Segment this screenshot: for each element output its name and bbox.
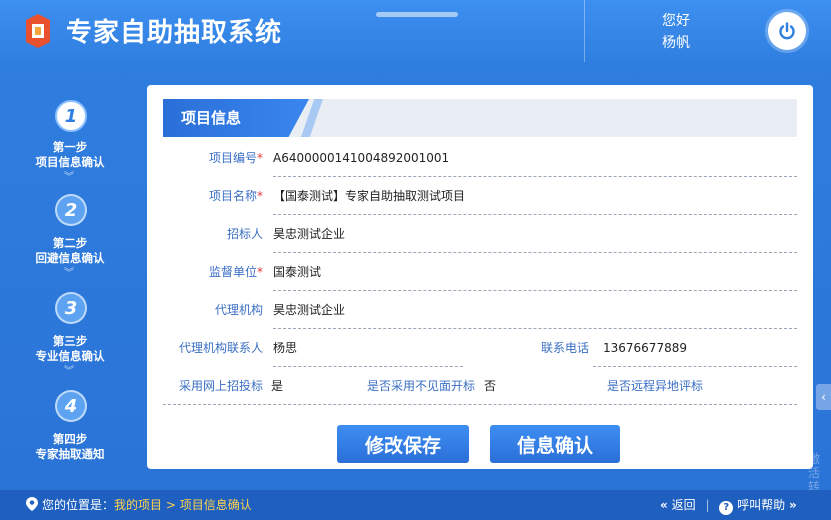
breadcrumb-current: 项目信息确认 [179, 498, 252, 512]
row-project-no: 项目编号* A640000014100489200100​1 [163, 139, 797, 177]
back-label: 返回 [671, 498, 696, 512]
location-prefix: 您的位置是： [42, 498, 115, 512]
row-agency: 代理机构 昊忠测试企业 [163, 291, 797, 329]
phone-value: 13676677889 [603, 341, 687, 355]
row-agency-contact: 代理机构联系人 杨思 联系电话 13676677889 [163, 329, 797, 367]
tenderer-label: 招标人 [226, 227, 263, 241]
no-meet-value: 否 [484, 379, 497, 393]
help-label: 呼叫帮助 [737, 498, 786, 512]
agency-value: 昊忠测试企业 [273, 303, 346, 317]
step-2-label: 第二步 回避信息确认 [0, 236, 140, 266]
step-4-line2: 专家抽取通知 [35, 447, 105, 461]
back-link[interactable]: « 返回 [660, 498, 696, 512]
user-greeting: 您好 杨帆 [662, 10, 690, 54]
step-1-line1: 第一步 [52, 140, 88, 154]
greeting-text: 您好 [662, 13, 690, 29]
step-1-number: 1 [55, 100, 87, 132]
panel-title: 项目信息 [163, 99, 309, 137]
project-name-label: 项目名称* [208, 189, 263, 203]
project-info-panel: 项目信息 项目编号* A640000014100489200100​1 项目名称… [147, 85, 813, 469]
breadcrumb-separator: > [162, 498, 180, 512]
phone-label: 联系电话 [540, 341, 589, 355]
power-icon [779, 22, 795, 40]
row-divider [163, 404, 797, 405]
step-2-number: 2 [55, 194, 87, 226]
row-project-name: 项目名称* 【国泰测试】专家自助抽取测试项目 [163, 177, 797, 215]
agency-contact-value: 杨思 [273, 341, 298, 355]
logout-button[interactable] [768, 12, 806, 50]
breadcrumb-home-link[interactable]: 我的项目 [114, 498, 162, 512]
logo-icon [26, 14, 50, 48]
tenderer-value: 昊忠测试企业 [273, 227, 346, 241]
step-3-label: 第三步 专业信息确认 [0, 334, 140, 364]
breadcrumb: 您的位置是：我的项目 > 项目信息确认 [26, 490, 252, 520]
panel-header: 项目信息 [163, 99, 797, 137]
agency-contact-label: 代理机构联系人 [178, 341, 263, 355]
help-icon: ? [719, 501, 734, 515]
supervisor-value: 国泰测试 [273, 265, 322, 279]
user-name: 杨帆 [662, 35, 690, 51]
online-label: 采用网上招投标 [178, 379, 263, 393]
agency-label: 代理机构 [214, 303, 263, 317]
step-4-number: 4 [55, 390, 87, 422]
step-2-line1: 第二步 [52, 236, 88, 250]
row-tenderer: 招标人 昊忠测试企业 [163, 215, 797, 253]
step-3-number: 3 [55, 292, 87, 324]
no-meet-label: 是否采用不见面开标 [366, 379, 475, 393]
help-link[interactable]: ? 呼叫帮助 » [719, 498, 797, 515]
step-arrow-icon: ︾ [64, 366, 74, 377]
step-arrow-icon: ︾ [64, 172, 74, 183]
window-drag-handle[interactable] [376, 12, 458, 17]
watermark-line1: 激活 [808, 452, 821, 480]
step-4-line1: 第四步 [52, 432, 88, 446]
supervisor-label: 监督单位* [208, 265, 263, 279]
step-3-line1: 第三步 [52, 334, 88, 348]
info-confirm-button[interactable]: 信息确认 [490, 425, 620, 463]
step-3-line2: 专业信息确认 [35, 349, 105, 363]
project-name-value: 【国泰测试】专家自助抽取测试项目 [273, 189, 466, 203]
back-icon: « [660, 498, 668, 512]
location-pin-icon [26, 497, 38, 511]
modify-save-button[interactable]: 修改保存 [337, 425, 469, 463]
footer-divider: | [705, 498, 710, 512]
side-expand-icon[interactable]: ‹ [816, 384, 831, 410]
app-title: 专家自助抽取系统 [66, 18, 283, 48]
app-header: 专家自助抽取系统 您好 杨帆 [0, 0, 831, 62]
row-online-options: 采用网上招投标 是 是否采用不见面开标 否 是否远程异地评标 [163, 367, 797, 405]
step-2-line2: 回避信息确认 [35, 251, 105, 265]
step-4-label: 第四步 专家抽取通知 [0, 432, 140, 462]
project-no-label: 项目编号* [208, 151, 263, 165]
status-footer: 您的位置是：我的项目 > 项目信息确认 « 返回 | ? 呼叫帮助 » [0, 490, 831, 520]
project-no-value: A640000014100489200100​1 [273, 151, 450, 165]
header-divider [584, 0, 585, 62]
row-supervisor: 监督单位* 国泰测试 [163, 253, 797, 291]
step-1-label: 第一步 项目信息确认 [0, 140, 140, 170]
forward-icon: » [788, 498, 797, 512]
step-1-line2: 项目信息确认 [35, 155, 105, 169]
step-arrow-icon: ︾ [64, 268, 74, 279]
online-value: 是 [271, 379, 284, 393]
footer-actions: « 返回 | ? 呼叫帮助 » [660, 490, 797, 520]
remote-label: 是否远程异地评标 [606, 379, 703, 393]
